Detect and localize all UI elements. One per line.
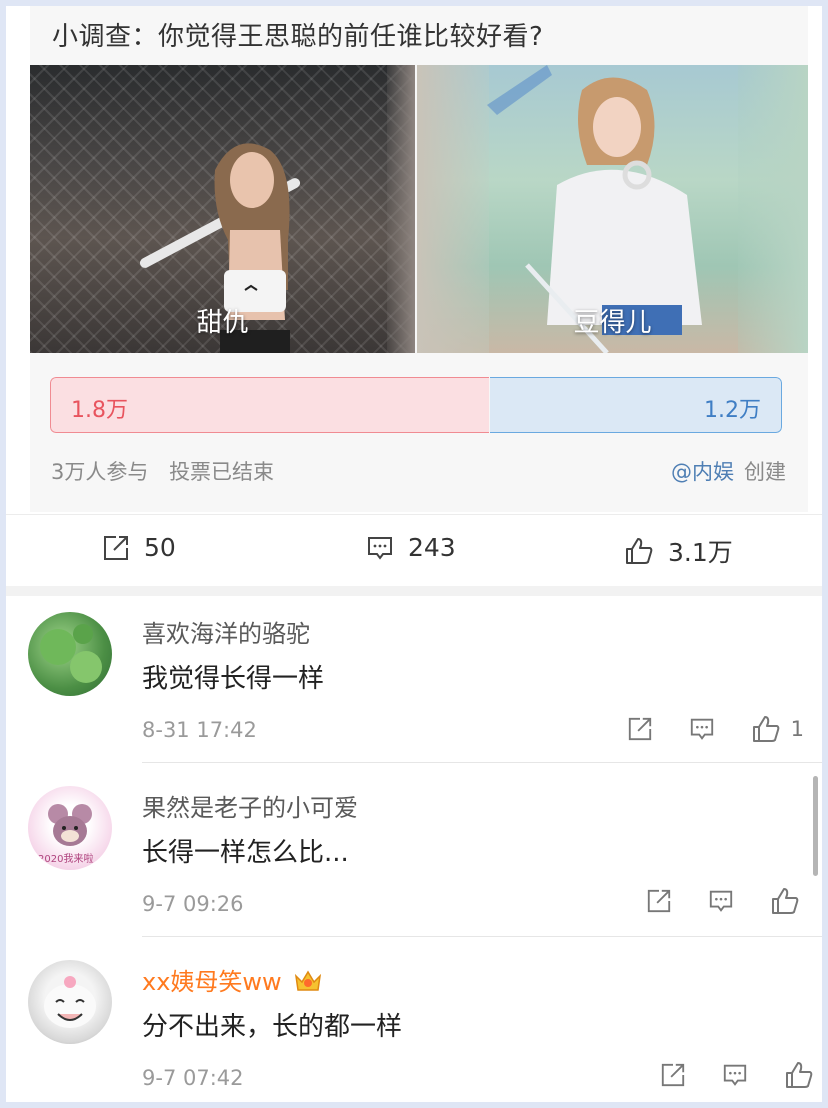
comment-item: 喜欢海洋的骆驼 我觉得长得一样 8-31 17:42 1 <box>6 596 822 764</box>
comment-like-button[interactable] <box>770 886 800 916</box>
comment-like-count: 1 <box>790 717 804 741</box>
vote-result-bar: 1.8万 1.2万 <box>50 377 782 433</box>
lotus-leaf-image <box>40 624 102 683</box>
comment-actions <box>624 1060 814 1090</box>
repost-button[interactable]: 50 <box>102 533 176 562</box>
comment-time: 8-31 17:42 <box>142 718 257 742</box>
like-icon <box>772 888 799 914</box>
comment-icon <box>690 718 713 740</box>
comment-reply-button[interactable] <box>708 888 734 914</box>
creator-link[interactable]: @内娱 <box>671 460 734 484</box>
comment-actions <box>610 886 800 916</box>
comment-icon <box>723 1064 747 1086</box>
option-label-right: 豆得儿 <box>573 308 652 338</box>
comment-time: 9-7 07:42 <box>142 1066 244 1090</box>
comment-item: 2020我来啦 果然是老子的小可爱 长得一样怎么比... 9-7 09:26 <box>6 766 822 938</box>
comment-text: 长得一样怎么比... <box>142 838 349 868</box>
comment-like-button[interactable]: 1 <box>751 714 804 744</box>
comment-text: 我觉得长得一样 <box>142 664 325 694</box>
weibo-post: 小调查：你觉得王思聪的前任谁比较好看? 甜仇 豆得儿 1.8万 1.2万 3万人… <box>6 6 822 1102</box>
post-action-bar: 50 243 3.1万 <box>6 514 822 586</box>
poll-option-left[interactable]: 甜仇 <box>30 65 415 353</box>
poll-options: 甜仇 豆得儿 <box>30 65 808 353</box>
comment-username[interactable]: xx姨母笑ww <box>142 962 323 997</box>
poll-title: 小调查：你觉得王思聪的前任谁比较好看? <box>52 22 544 52</box>
repost-count: 50 <box>144 533 176 562</box>
comment-time: 9-7 09:26 <box>142 892 244 916</box>
poll-card: 小调查：你觉得王思聪的前任谁比较好看? 甜仇 豆得儿 1.8万 1.2万 3万人… <box>30 6 808 512</box>
comment-repost-button[interactable] <box>627 716 653 742</box>
like-button[interactable]: 3.1万 <box>624 533 733 569</box>
like-icon <box>752 716 779 742</box>
repost-icon <box>104 535 128 560</box>
comment-icon <box>368 536 392 560</box>
scrollbar-thumb[interactable] <box>813 776 818 876</box>
comment-count: 243 <box>408 533 456 562</box>
comment-username[interactable]: 果然是老子的小可爱 <box>142 788 358 823</box>
comment-username[interactable]: 喜欢海洋的骆驼 <box>142 614 310 649</box>
like-count: 3.1万 <box>668 538 733 567</box>
avatar[interactable] <box>28 960 112 1044</box>
avatar[interactable] <box>28 612 112 696</box>
avatar-caption: 2020我来啦 <box>38 854 94 865</box>
comment-actions: 1 <box>591 714 804 744</box>
vote-count-left: 1.8万 <box>71 398 128 423</box>
comment-text: 分不出来，长的都一样 <box>142 1012 403 1042</box>
comment-button[interactable]: 243 <box>366 533 456 562</box>
avatar[interactable]: 2020我来啦 <box>28 786 112 870</box>
crown-badge-icon <box>295 970 322 991</box>
comment-reply-button[interactable] <box>722 1062 748 1088</box>
like-icon <box>626 538 653 564</box>
option-label-left: 甜仇 <box>196 308 249 338</box>
like-icon <box>786 1062 813 1088</box>
comment-item: xx姨母笑ww 分不出来，长的都一样 9-7 07:42 <box>6 940 822 1102</box>
vote-count-right: 1.2万 <box>704 398 761 423</box>
comment-separator <box>142 936 822 937</box>
participant-count: 3万人参与 <box>51 460 149 484</box>
repost-icon <box>628 717 651 741</box>
repost-icon <box>661 1063 685 1087</box>
vote-bar-right: 1.2万 <box>490 377 782 433</box>
section-divider <box>6 586 822 596</box>
comment-like-button[interactable] <box>784 1060 814 1090</box>
comment-username-text: xx姨母笑ww <box>142 968 282 996</box>
vote-bar-left: 1.8万 <box>50 377 489 433</box>
comment-reply-button[interactable] <box>689 716 715 742</box>
poll-option-right[interactable]: 豆得儿 <box>417 65 808 353</box>
comment-repost-button[interactable] <box>660 1062 686 1088</box>
repost-icon <box>647 889 671 913</box>
poll-creator: @内娱 创建 <box>671 456 786 486</box>
creator-suffix: 创建 <box>744 460 786 484</box>
poll-status: 投票已结束 <box>169 460 275 484</box>
comment-icon <box>709 890 733 912</box>
comment-repost-button[interactable] <box>646 888 672 914</box>
smiling-dog-image <box>44 976 96 1028</box>
comment-separator <box>142 762 822 763</box>
poll-meta: 3万人参与 投票已结束 <box>51 456 274 486</box>
